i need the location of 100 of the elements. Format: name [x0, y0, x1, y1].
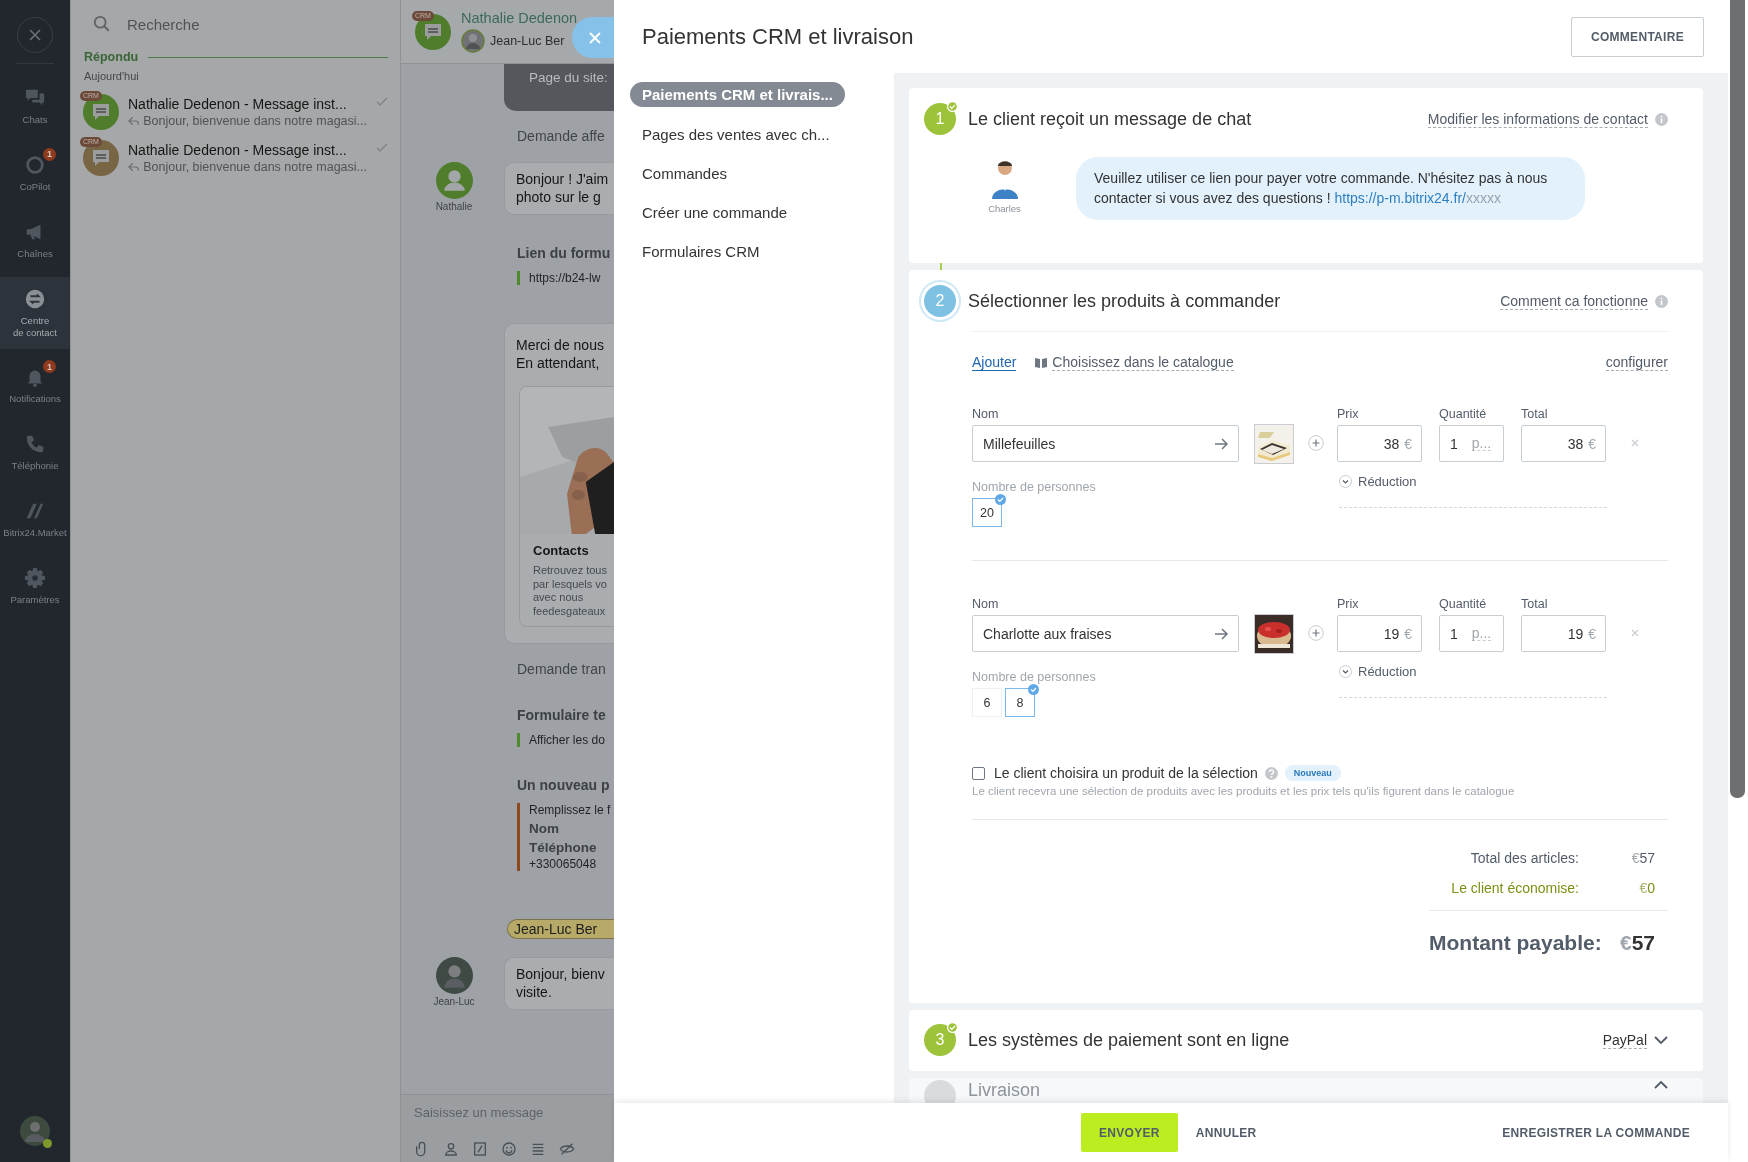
catalog-link[interactable]: Choisissez dans le catalogue: [1052, 354, 1234, 371]
menu-item[interactable]: Commandes: [630, 161, 740, 186]
payable-label: Montant payable:: [1429, 931, 1602, 955]
form-title: Formulaire te: [517, 707, 607, 723]
notification-badge: 1: [43, 147, 56, 161]
notification-badge: 1: [43, 360, 56, 374]
plus-icon[interactable]: [1308, 435, 1324, 451]
total-field: 19 €: [1521, 615, 1606, 652]
add-link[interactable]: Ajouter: [972, 354, 1017, 371]
payment-system-link[interactable]: PayPal: [1602, 1031, 1647, 1049]
agent-name: Charles: [988, 203, 1021, 214]
quantity-field[interactable]: 1 p...: [1439, 425, 1504, 462]
field-label: Quantité: [1439, 597, 1488, 611]
menu-item[interactable]: Créer une commande: [630, 200, 800, 225]
check-icon: [376, 143, 388, 153]
panel-title: Paiements CRM et livraison: [642, 23, 915, 50]
total-value: €0: [1638, 880, 1655, 896]
scrollbar-thumb[interactable]: [1730, 0, 1745, 798]
nav-item[interactable]: Chats: [0, 76, 70, 137]
user-avatar[interactable]: [20, 1116, 50, 1146]
nav-item[interactable]: Chaînes: [0, 209, 70, 271]
step-title: Sélectionner les produits à commander: [968, 290, 1282, 312]
remove-icon[interactable]: [1631, 439, 1639, 447]
total-label: Total des articles:: [1469, 850, 1579, 866]
help-link[interactable]: Modifier les informations de contact: [1427, 110, 1648, 128]
ring-icon: [24, 153, 46, 176]
avatar-icon: [461, 29, 485, 53]
menu-item[interactable]: Pages des ventes avec ch...: [630, 122, 842, 147]
quote-text: +330065048: [529, 857, 598, 871]
card-title: Contacts: [532, 542, 590, 560]
author-name: Nathalie: [435, 201, 473, 212]
slash-box-icon[interactable]: [472, 1141, 488, 1157]
discount-toggle[interactable]: Réduction: [1358, 664, 1417, 679]
message-preview: Bonjour, bienvenue dans notre magasi...: [143, 114, 367, 128]
comment-button[interactable]: COMMENTAIRE: [1570, 16, 1704, 57]
discount-toggle[interactable]: Réduction: [1358, 474, 1417, 489]
step-title: Le client reçoit un message de chat: [968, 108, 1253, 130]
quantity-field[interactable]: 1 p...: [1439, 615, 1504, 652]
chevron-down-icon[interactable]: [1654, 1035, 1668, 1045]
form-title: Un nouveau p: [517, 777, 611, 793]
card-text: Retrouvez tous: [532, 564, 608, 578]
nav-item[interactable]: Paramètres: [0, 556, 70, 617]
search-field[interactable]: Recherche: [125, 14, 349, 34]
menu-item[interactable]: Formulaires CRM: [630, 239, 772, 264]
total-value: €57: [1630, 850, 1655, 866]
nav-item[interactable]: Centre de contact: [0, 276, 70, 350]
arrow-right-icon[interactable]: [1215, 627, 1229, 640]
product-name-field[interactable]: Millefeuilles: [972, 425, 1239, 462]
arrow-right-icon[interactable]: [1215, 437, 1229, 450]
nav-item[interactable]: Bitrix24.Market: [0, 489, 70, 550]
quote-text: Téléphone: [529, 840, 598, 855]
message-text: Bonjour, bienv: [516, 965, 606, 983]
quote-text: https://b24-lw: [529, 271, 602, 285]
checkbox-label[interactable]: Le client choisira un produit de la sélection: [994, 765, 1258, 781]
message-text: En attendant,: [516, 354, 601, 372]
check-icon: [947, 1022, 958, 1033]
nav-item[interactable]: 1 Notifications: [0, 355, 70, 417]
book-icon: [1035, 357, 1048, 368]
save-order-button[interactable]: ENREGISTRER LA COMMANDE: [1502, 1113, 1690, 1152]
plus-icon[interactable]: [1308, 625, 1324, 641]
info-icon: [1655, 112, 1668, 126]
remove-icon[interactable]: [1631, 629, 1639, 637]
message-text: photo sur le g: [516, 188, 602, 206]
payment-link[interactable]: https://p-m.bitrix24.fr/xxxxx: [1334, 190, 1501, 206]
quote-text: Remplissez le f: [529, 803, 612, 817]
nav-item[interactable]: Téléphonie: [0, 422, 70, 484]
user-avatar-icon: [435, 957, 473, 994]
close-icon: [28, 28, 42, 42]
card-text: avec nous: [532, 591, 585, 605]
section-title: Répondu: [84, 50, 139, 64]
checkbox[interactable]: [972, 766, 985, 780]
settings-icon: [24, 567, 46, 589]
message-preview: Bonjour, bienvenue dans notre magasi...: [143, 160, 367, 174]
field-label: Quantité: [1439, 407, 1488, 421]
nav-item[interactable]: 1 CoPilot: [0, 142, 70, 204]
mention-tag: Jean-Luc Ber: [507, 919, 614, 939]
reply-icon: [128, 116, 140, 126]
send-button[interactable]: ENVOYER: [1081, 1113, 1178, 1152]
eye-off-icon[interactable]: [559, 1141, 575, 1157]
step-title: Les systèmes de paiement sont en ligne: [968, 1029, 1291, 1051]
list-icon[interactable]: [530, 1141, 546, 1157]
person-icon[interactable]: [443, 1141, 459, 1157]
smiley-icon[interactable]: [501, 1141, 517, 1157]
new-badge: Nouveau: [1284, 765, 1341, 781]
message-input[interactable]: Saisissez un message: [414, 1105, 604, 1120]
price-field[interactable]: 19 €: [1337, 615, 1422, 652]
cancel-button[interactable]: ANNULER: [1177, 1113, 1275, 1152]
price-field[interactable]: 38 €: [1337, 425, 1422, 462]
help-icon: [1264, 766, 1278, 780]
help-link[interactable]: Comment ca fonctionne: [1500, 292, 1648, 310]
conversation-title: Nathalie Dedenon - Message inst...: [128, 96, 348, 112]
info-icon: [1655, 294, 1668, 308]
configure-link[interactable]: configurer: [1605, 354, 1668, 371]
chevron-up-icon[interactable]: [1654, 1080, 1668, 1089]
option-chip[interactable]: 6: [972, 688, 1002, 717]
product-name-field[interactable]: Charlotte aux fraises: [972, 615, 1239, 652]
card-text: par lesquels vo: [532, 577, 608, 591]
field-label: Total: [1521, 597, 1549, 611]
conversation-title: Nathalie Dedenon - Message inst...: [128, 142, 348, 158]
system-message: Demande affe: [517, 128, 606, 144]
